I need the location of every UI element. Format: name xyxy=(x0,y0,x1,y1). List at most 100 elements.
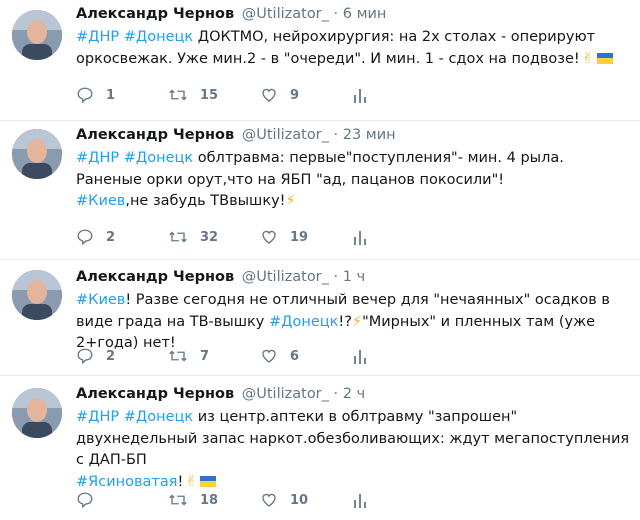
tweet-header: Александр Чернов @Utilizator_ · 2 ч xyxy=(76,386,365,402)
tweet-actions: 18 10 xyxy=(76,491,444,509)
retweet-button[interactable]: 7 xyxy=(168,347,260,365)
analytics-button[interactable] xyxy=(352,86,444,104)
separator-dot: · xyxy=(333,269,339,285)
reply-count: 1 xyxy=(106,87,116,103)
retweet-icon xyxy=(169,494,187,506)
tweet-text: #ДНР #Донецк ДОКТМО, нейрохирургия: на 2… xyxy=(76,27,631,70)
author-handle[interactable]: @Utilizator_ xyxy=(242,127,329,143)
author-handle[interactable]: @Utilizator_ xyxy=(242,269,329,285)
tweet-text-segment: Раненые орки орут,что на ЯБП "ад, пацано… xyxy=(76,171,505,188)
lightning-emoji: ⚡ xyxy=(285,193,296,209)
analytics-icon xyxy=(354,231,366,245)
ukraine-flag-emoji xyxy=(596,52,613,64)
retweet-button[interactable]: 18 xyxy=(168,491,260,509)
hashtag-link[interactable]: #Киев xyxy=(76,292,125,308)
tweet-header: Александр Чернов @Utilizator_ · 6 мин xyxy=(76,6,386,22)
retweet-count: 7 xyxy=(200,348,210,364)
victory-hand-emoji: ✌ xyxy=(581,50,594,67)
tweet-actions: 2 32 19 xyxy=(76,228,444,246)
avatar[interactable] xyxy=(12,270,62,320)
retweet-icon xyxy=(169,231,187,243)
analytics-icon xyxy=(354,89,366,103)
separator-dot: · xyxy=(333,127,339,143)
separator-dot: · xyxy=(333,386,339,402)
lightning-emoji: ⚡ xyxy=(351,313,363,330)
author-handle[interactable]: @Utilizator_ xyxy=(242,386,329,402)
reply-icon xyxy=(77,229,93,246)
tweet[interactable]: Александр Чернов @Utilizator_ · 1 ч #Кие… xyxy=(0,260,640,376)
tweet-actions: 1 15 9 xyxy=(76,86,444,104)
heart-icon xyxy=(262,349,276,363)
tweet-text-segment: !? xyxy=(338,313,352,330)
hashtag-link[interactable]: #Киев xyxy=(76,193,125,209)
tweet[interactable]: Александр Чернов @Utilizator_ · 6 мин #Д… xyxy=(0,0,640,121)
like-button[interactable]: 6 xyxy=(260,347,352,365)
author-handle[interactable]: @Utilizator_ xyxy=(242,6,329,22)
tweet-text: #ДНР #Донецк из центр.аптеки в облтравму… xyxy=(76,407,631,493)
heart-icon xyxy=(262,493,276,507)
heart-icon xyxy=(262,88,276,102)
author-name[interactable]: Александр Чернов xyxy=(76,269,234,285)
author-name[interactable]: Александр Чернов xyxy=(76,386,234,402)
tweet-time[interactable]: 1 ч xyxy=(343,269,365,285)
tweet-time[interactable]: 23 мин xyxy=(343,127,396,143)
author-name[interactable]: Александр Чернов xyxy=(76,127,234,143)
reply-icon xyxy=(77,87,93,104)
like-button[interactable]: 19 xyxy=(260,228,352,246)
tweet[interactable]: Александр Чернов @Utilizator_ · 2 ч #ДНР… xyxy=(0,376,640,520)
hashtag-link[interactable]: #ДНР xyxy=(76,150,119,166)
tweet-header: Александр Чернов @Utilizator_ · 1 ч xyxy=(76,269,365,285)
retweet-count: 15 xyxy=(200,87,219,103)
tweet-time[interactable]: 6 мин xyxy=(343,6,387,22)
reply-count: 2 xyxy=(106,229,116,245)
like-button[interactable]: 10 xyxy=(260,491,352,509)
retweet-count: 32 xyxy=(200,229,219,245)
tweet-text: #ДНР #Донецк облтравма: первые"поступлен… xyxy=(76,148,631,213)
retweet-icon xyxy=(169,89,187,101)
tweet-text-segment: ! xyxy=(177,473,184,490)
analytics-button[interactable] xyxy=(352,347,444,365)
tweet-feed: Александр Чернов @Utilizator_ · 6 мин #Д… xyxy=(0,0,640,520)
avatar[interactable] xyxy=(12,10,62,60)
hashtag-link[interactable]: #Ясиноватая xyxy=(76,474,177,490)
hashtag-link[interactable]: #Донецк xyxy=(124,409,193,425)
like-button[interactable]: 9 xyxy=(260,86,352,104)
retweet-icon xyxy=(169,350,187,362)
tweet-time[interactable]: 2 ч xyxy=(343,386,365,402)
reply-button[interactable]: 1 xyxy=(76,86,168,104)
victory-hand-emoji: ✌ xyxy=(185,473,198,490)
retweet-button[interactable]: 32 xyxy=(168,228,260,246)
retweet-button[interactable]: 15 xyxy=(168,86,260,104)
reply-button[interactable]: 2 xyxy=(76,228,168,246)
like-count: 9 xyxy=(290,87,300,103)
analytics-icon xyxy=(354,350,366,364)
author-name[interactable]: Александр Чернов xyxy=(76,6,234,22)
hashtag-link[interactable]: #ДНР xyxy=(76,409,119,425)
avatar[interactable] xyxy=(12,129,62,179)
reply-count: 2 xyxy=(106,348,116,364)
reply-icon xyxy=(77,492,93,509)
tweet-text-segment: ,не забудь ТВвышку! xyxy=(125,193,286,209)
analytics-icon xyxy=(354,494,366,508)
tweet-header: Александр Чернов @Utilizator_ · 23 мин xyxy=(76,127,396,143)
hashtag-link[interactable]: #Донецк xyxy=(124,150,193,166)
heart-icon xyxy=(262,230,276,244)
reply-button[interactable] xyxy=(76,491,168,509)
analytics-button[interactable] xyxy=(352,491,444,509)
like-count: 6 xyxy=(290,348,300,364)
like-count: 19 xyxy=(290,229,309,245)
hashtag-link[interactable]: #ДНР xyxy=(76,29,119,45)
ukraine-flag-emoji xyxy=(200,475,217,487)
tweet-text: #Киев! Разве сегодня не отличный вечер д… xyxy=(76,290,631,355)
separator-dot: · xyxy=(333,6,339,22)
tweet-text-segment: облтравма: первые"поступления"- мин. 4 р… xyxy=(197,150,564,166)
like-count: 10 xyxy=(290,492,309,508)
tweet[interactable]: Александр Чернов @Utilizator_ · 23 мин #… xyxy=(0,121,640,260)
reply-icon xyxy=(77,348,93,365)
hashtag-link[interactable]: #Донецк xyxy=(124,29,193,45)
hashtag-link[interactable]: #Донецк xyxy=(269,314,338,330)
tweet-actions: 2 7 6 xyxy=(76,347,444,365)
reply-button[interactable]: 2 xyxy=(76,347,168,365)
analytics-button[interactable] xyxy=(352,228,444,246)
avatar[interactable] xyxy=(12,388,62,438)
